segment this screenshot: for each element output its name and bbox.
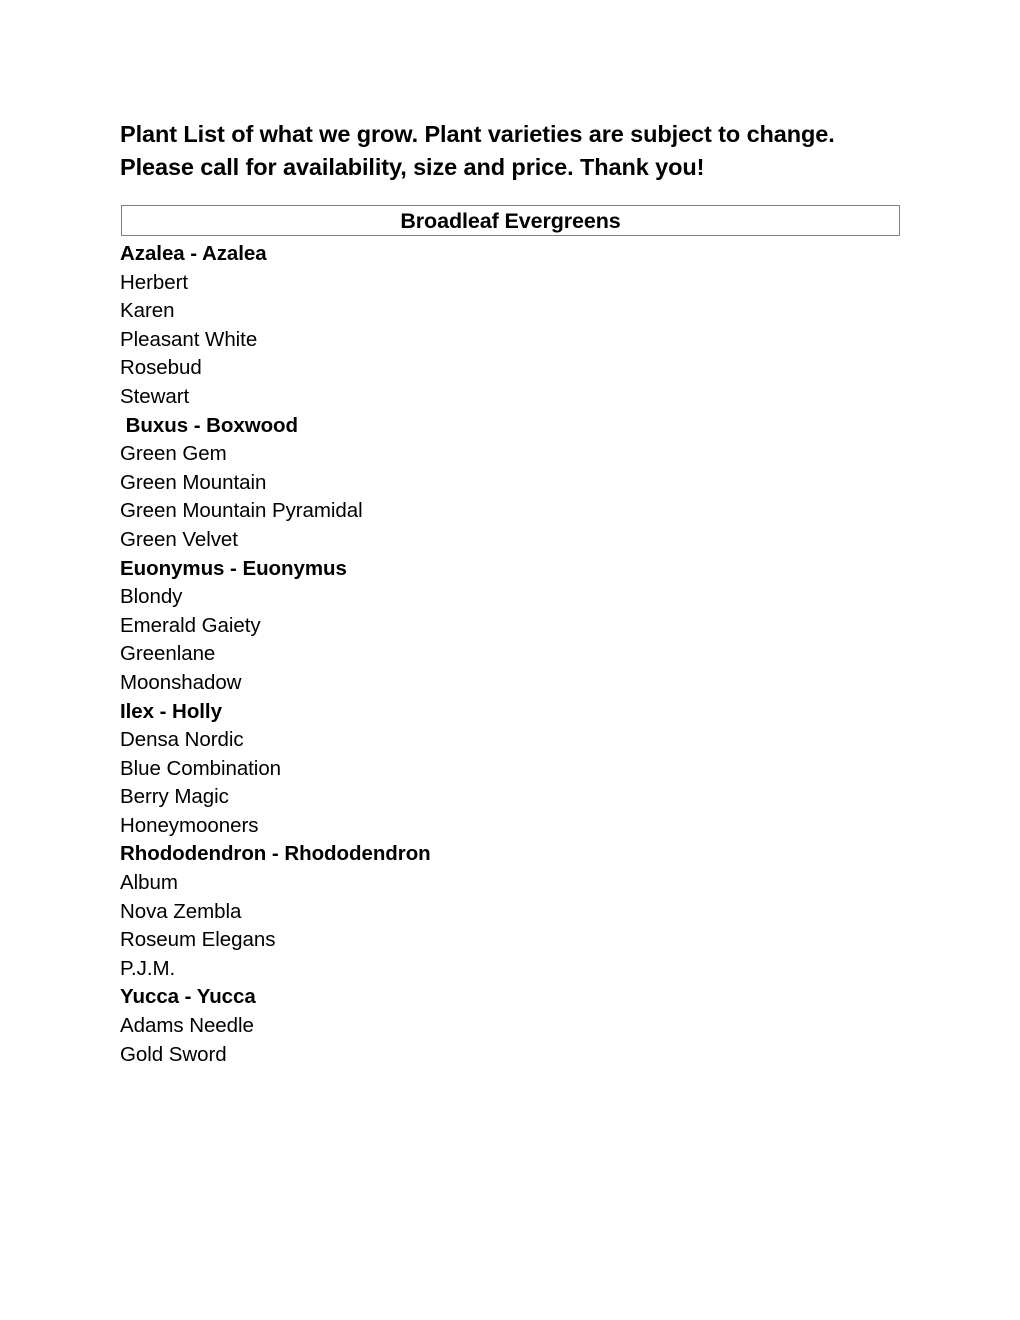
plant-variety-item: Album bbox=[120, 871, 178, 895]
intro-heading: Plant List of what we grow. Plant variet… bbox=[120, 118, 910, 184]
section-header-box: Broadleaf Evergreens bbox=[121, 205, 900, 236]
plant-variety-item: Adams Needle bbox=[120, 1014, 254, 1038]
plant-variety-item: Green Mountain Pyramidal bbox=[120, 499, 363, 523]
plant-variety-item: Blondy bbox=[120, 585, 183, 609]
plant-genus-heading: Yucca - Yucca bbox=[120, 985, 256, 1009]
section-title: Broadleaf Evergreens bbox=[400, 208, 621, 233]
plant-variety-item: Pleasant White bbox=[120, 327, 258, 351]
plant-genus-heading: Azalea - Azalea bbox=[120, 242, 267, 265]
document-page: Plant List of what we grow. Plant variet… bbox=[0, 0, 1020, 1320]
plant-variety-item: Blue Combination bbox=[120, 756, 282, 780]
plant-variety-item: Roseum Elegans bbox=[120, 928, 276, 952]
plant-genus-heading: Buxus - Boxwood bbox=[120, 413, 299, 437]
plant-variety-item: Karen bbox=[120, 299, 175, 323]
plant-genus-heading: Rhododendron - Rhododendron bbox=[120, 842, 431, 866]
plant-genus-heading: Euonymus - Euonymus bbox=[120, 556, 347, 580]
plant-variety-item: Moonshadow bbox=[120, 670, 242, 694]
plant-variety-item: Green Mountain bbox=[120, 470, 267, 494]
plant-variety-item: Densa Nordic bbox=[120, 728, 244, 752]
intro-line-1: Plant List of what we grow. Plant variet… bbox=[120, 121, 835, 147]
plant-variety-item: Herbert bbox=[120, 270, 189, 294]
plant-variety-item: Green Gem bbox=[120, 442, 227, 466]
intro-line-2: Please call for availability, size and p… bbox=[120, 154, 705, 180]
plant-variety-item: Rosebud bbox=[120, 356, 202, 380]
plant-variety-item: Gold Sword bbox=[120, 1042, 227, 1066]
plant-variety-item: Green Velvet bbox=[120, 527, 238, 551]
plant-variety-item: Honeymooners bbox=[120, 813, 259, 837]
plant-variety-item: P.J.M. bbox=[120, 956, 176, 980]
plant-list: Azalea - Azalea Herbert Karen Pleasant Whit… bbox=[120, 240, 820, 1069]
plant-genus-heading: Ilex - Holly bbox=[120, 699, 222, 723]
plant-variety-item: Berry Magic bbox=[120, 785, 229, 809]
plant-variety-item: Emerald Gaiety bbox=[120, 613, 261, 637]
plant-variety-item: Nova Zembla bbox=[120, 899, 242, 923]
plant-variety-item: Stewart bbox=[120, 384, 190, 408]
plant-variety-item: Greenlane bbox=[120, 642, 216, 666]
